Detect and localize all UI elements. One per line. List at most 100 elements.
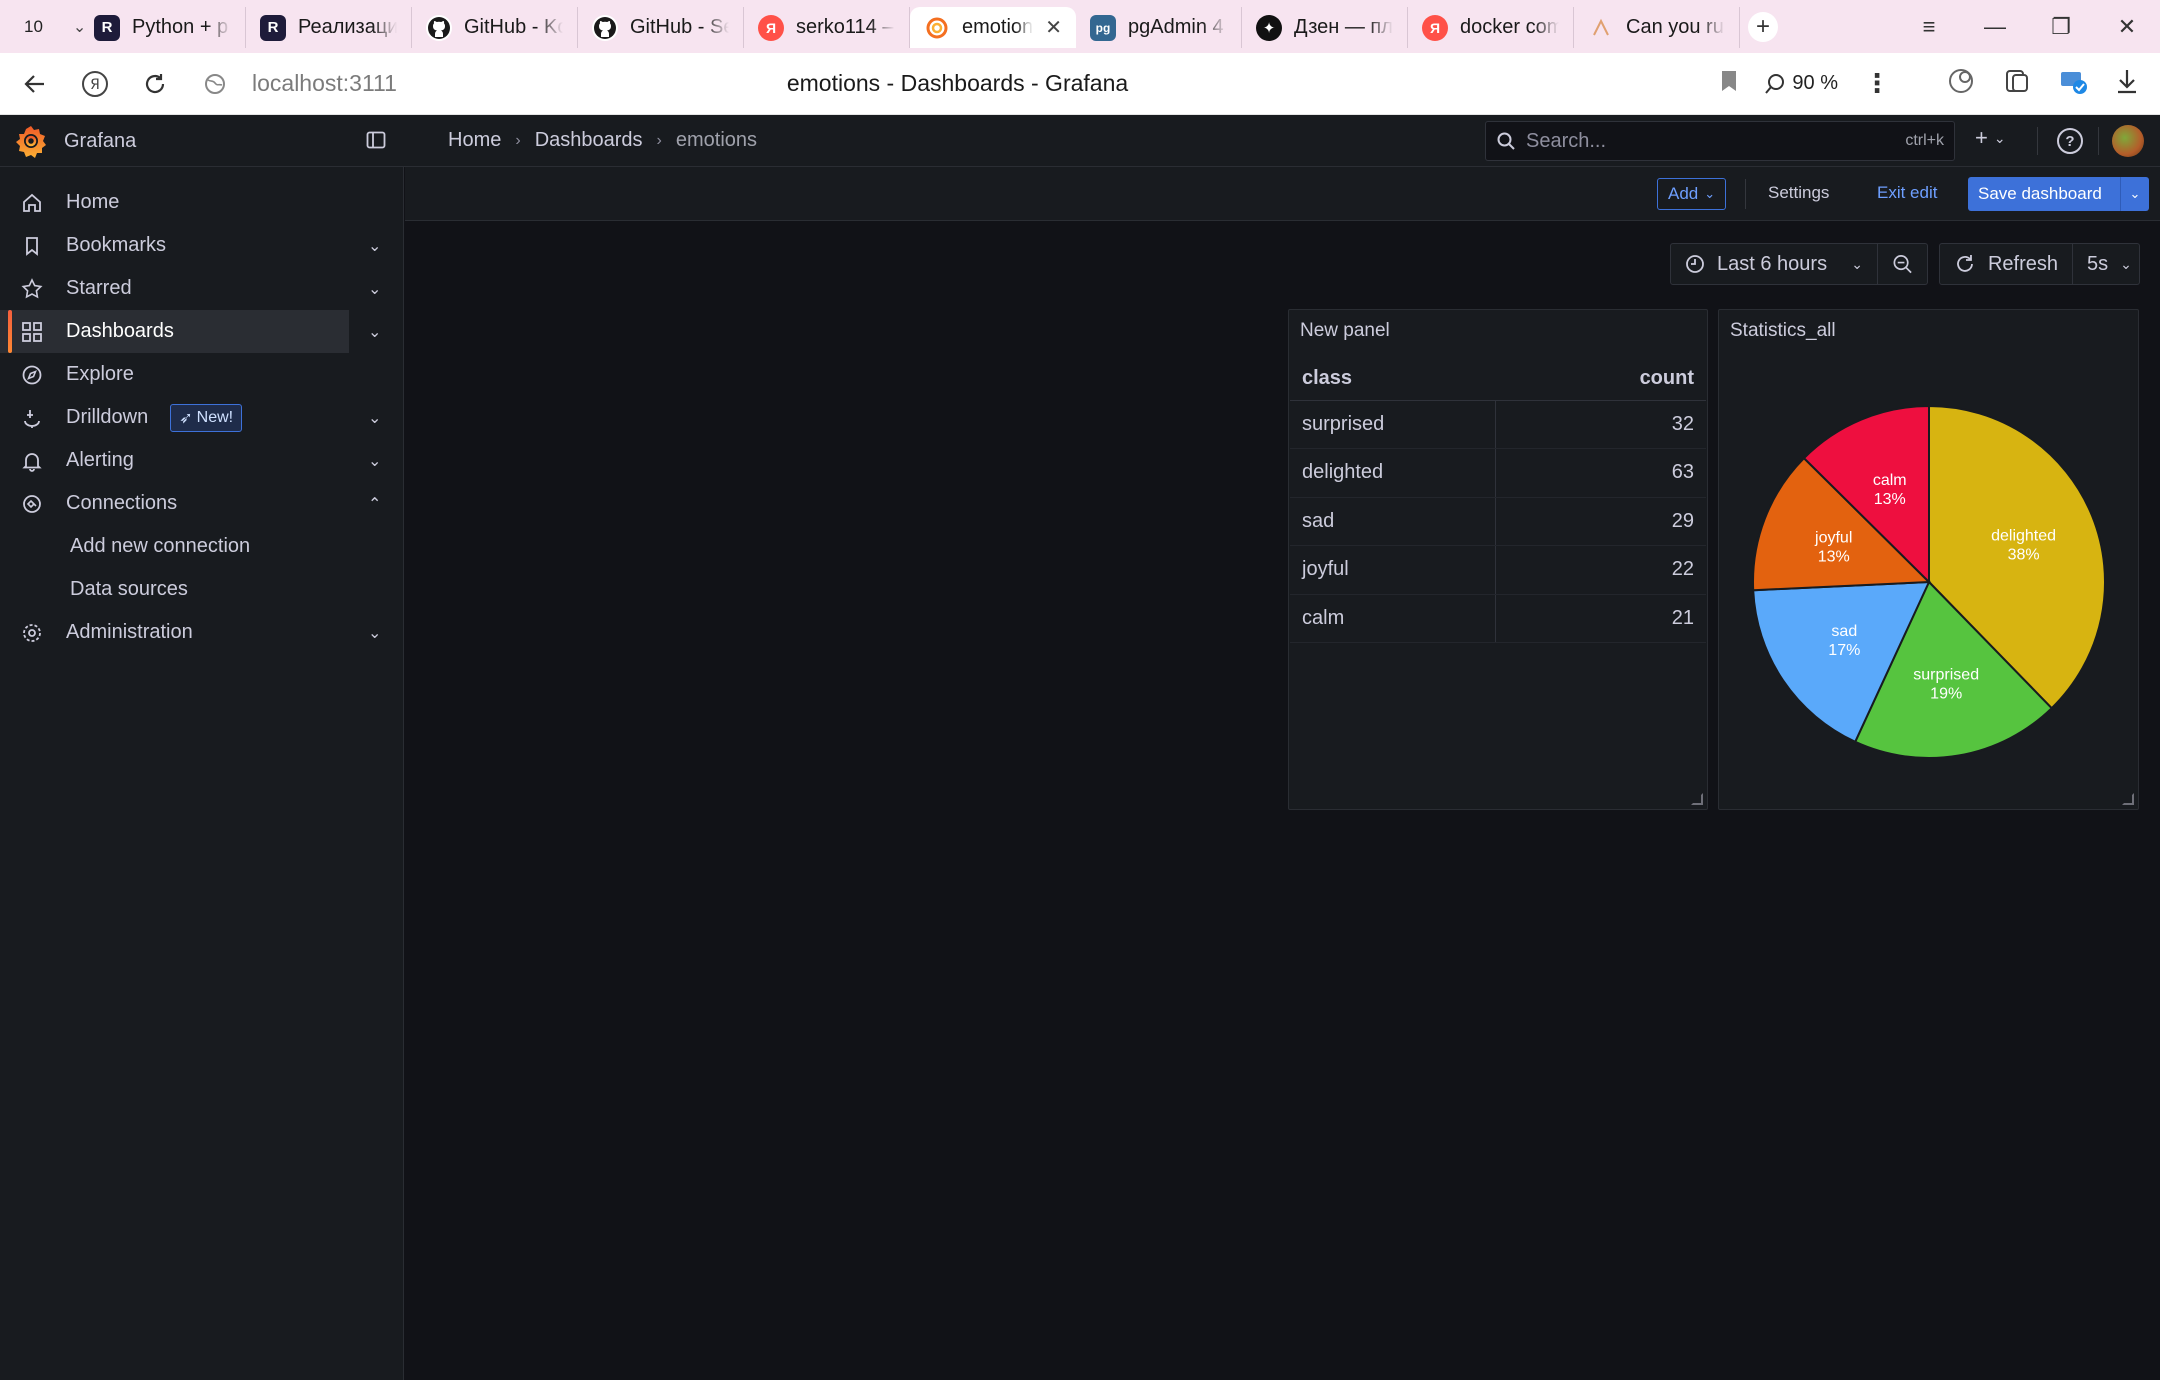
sidebar-item-bookmarks[interactable]: Bookmarks ⌄ bbox=[0, 224, 403, 267]
new-menu-button[interactable]: + ⌄ bbox=[1975, 125, 2006, 151]
search-icon bbox=[1497, 132, 1515, 150]
tab-counter[interactable]: 10 ⌄ bbox=[0, 0, 86, 53]
bookmark-icon[interactable] bbox=[1720, 69, 1738, 98]
table-cell: sad bbox=[1290, 497, 1496, 546]
panel-title[interactable]: New panel bbox=[1300, 320, 1390, 342]
compass-icon bbox=[20, 363, 44, 387]
new-tab-button[interactable]: + bbox=[1748, 11, 1778, 42]
sidebar-item-label: Drilldown bbox=[66, 406, 149, 428]
refresh-interval-picker[interactable]: 5s ⌄ bbox=[2073, 243, 2140, 285]
github-icon bbox=[592, 14, 618, 41]
tab-label: GitHub - Ko bbox=[464, 16, 563, 38]
browser-tab[interactable]: R Реализаци bbox=[246, 7, 412, 48]
chevron-down-icon[interactable]: ⌄ bbox=[368, 451, 381, 471]
site-info-icon[interactable] bbox=[192, 61, 238, 107]
browser-tab[interactable]: pg pgAdmin 4 bbox=[1076, 7, 1242, 48]
data-table: class count surprised 32 delighted 63 sa… bbox=[1290, 357, 1706, 643]
column-header-count[interactable]: count bbox=[1495, 357, 1706, 401]
download-icon[interactable] bbox=[2114, 67, 2140, 100]
chevron-down-icon[interactable]: ⌄ bbox=[368, 236, 381, 256]
sidebar-item-home[interactable]: Home bbox=[0, 181, 403, 224]
help-icon[interactable]: ? bbox=[2057, 128, 2083, 154]
minimize-icon[interactable]: — bbox=[1962, 14, 2028, 40]
close-tab-icon[interactable]: ✕ bbox=[1045, 15, 1062, 40]
chevron-down-icon[interactable]: ⌄ bbox=[368, 408, 381, 428]
alice-icon[interactable] bbox=[1946, 66, 1976, 101]
sidebar-subitem-add-new-connection[interactable]: Add new connection bbox=[0, 525, 403, 568]
browser-tab[interactable]: ✦ Дзен — пла bbox=[1242, 7, 1408, 48]
refresh-button[interactable]: Refresh bbox=[1939, 243, 2073, 285]
dock-menu-icon[interactable] bbox=[366, 130, 386, 150]
pgadmin-icon: pg bbox=[1090, 14, 1116, 41]
browser-tab[interactable]: R Python + p bbox=[80, 7, 246, 48]
window-controls: ≡ — ❐ ✕ bbox=[1896, 14, 2160, 40]
restore-icon[interactable]: ❐ bbox=[2028, 14, 2094, 40]
chevron-down-icon[interactable]: ⌄ bbox=[2120, 177, 2149, 211]
yandex-icon: Я bbox=[1422, 14, 1448, 41]
menu-icon[interactable]: ≡ bbox=[1896, 14, 1962, 40]
browser-tab[interactable]: Я docker com bbox=[1408, 7, 1574, 48]
collections-icon[interactable] bbox=[2002, 66, 2032, 101]
tab-label: emotions bbox=[962, 16, 1034, 38]
reload-icon[interactable] bbox=[132, 61, 178, 107]
browser-tab[interactable]: GitHub - Ko bbox=[412, 7, 578, 48]
tab-label: Can you ru bbox=[1626, 16, 1724, 38]
sidebar-item-starred[interactable]: Starred ⌄ bbox=[0, 267, 403, 310]
sidebar-item-dashboards[interactable]: Dashboards ⌄ bbox=[0, 310, 381, 353]
exit-edit-button[interactable]: Exit edit bbox=[1877, 183, 1937, 203]
save-dashboard-button[interactable]: Save dashboard ⌄ bbox=[1968, 177, 2149, 211]
chevron-down-icon: ⌄ bbox=[1851, 255, 1863, 272]
breadcrumb-home[interactable]: Home bbox=[448, 129, 501, 152]
add-button[interactable]: Add ⌄ bbox=[1657, 178, 1727, 210]
tab-label: Python + p bbox=[132, 16, 229, 38]
sidebar-item-label: Home bbox=[66, 191, 120, 213]
panel-resize-handle[interactable] bbox=[1691, 793, 1703, 805]
tab-label: GitHub - Se bbox=[630, 16, 729, 38]
drilldown-icon bbox=[20, 406, 44, 430]
divider bbox=[2098, 127, 2099, 155]
pie-chart-panel[interactable]: Statistics_all delighted 38% surprised 19% s… bbox=[1718, 309, 2139, 810]
chevron-down-icon[interactable]: ⌄ bbox=[368, 279, 381, 299]
url-text[interactable]: localhost:3111 bbox=[252, 70, 397, 97]
back-arrow-icon[interactable] bbox=[12, 61, 58, 107]
tab-label: serko114 – bbox=[796, 16, 894, 38]
close-window-icon[interactable]: ✕ bbox=[2094, 14, 2160, 40]
chevron-down-icon[interactable]: ⌄ bbox=[368, 623, 381, 643]
sidebar-item-label: Bookmarks bbox=[66, 234, 167, 256]
more-vertical-icon[interactable]: ⋮ bbox=[1864, 68, 1890, 99]
table-panel[interactable]: New panel class count surprised 32 delig… bbox=[1288, 309, 1708, 810]
search-input[interactable]: Search... ctrl+k bbox=[1485, 121, 1955, 161]
column-header-class[interactable]: class bbox=[1290, 357, 1495, 401]
sidebar-item-label: Alerting bbox=[66, 449, 134, 471]
browser-tab[interactable]: Can you ru bbox=[1574, 7, 1740, 48]
cog-icon bbox=[20, 621, 44, 645]
breadcrumb-dashboards[interactable]: Dashboards bbox=[535, 129, 643, 152]
time-range-picker[interactable]: Last 6 hours ⌄ bbox=[1670, 243, 1878, 285]
extension-icon[interactable] bbox=[2058, 66, 2088, 101]
chevron-up-icon[interactable]: ⌃ bbox=[368, 494, 381, 514]
browser-tab-active[interactable]: emotions ✕ bbox=[910, 7, 1076, 48]
yandex-icon[interactable]: Я bbox=[72, 61, 118, 107]
clock-icon bbox=[1686, 255, 1704, 273]
zoom-indicator[interactable]: 90 % bbox=[1764, 72, 1838, 95]
sidebar-item-administration[interactable]: Administration ⌄ bbox=[0, 611, 403, 654]
avatar[interactable] bbox=[2112, 125, 2144, 157]
browser-tab[interactable]: GitHub - Se bbox=[578, 7, 744, 48]
grafana-home-link[interactable]: Grafana bbox=[14, 124, 136, 158]
rocket-icon: ➶ bbox=[179, 409, 193, 427]
sidebar-item-connections[interactable]: Connections ⌃ bbox=[0, 482, 403, 525]
sidebar-subitem-label: Add new connection bbox=[70, 535, 251, 557]
refresh-label: Refresh bbox=[1987, 252, 2058, 275]
sidebar-subitem-data-sources[interactable]: Data sources bbox=[0, 568, 403, 611]
browser-tab[interactable]: Я serko114 – bbox=[744, 7, 910, 48]
plus-icon: + bbox=[1975, 125, 1988, 150]
sidebar-item-explore[interactable]: Explore bbox=[0, 353, 403, 396]
tab-label: Дзен — пла bbox=[1294, 16, 1393, 38]
svg-text:Я: Я bbox=[90, 77, 100, 93]
sidebar-item-drilldown[interactable]: Drilldown ➶ New! ⌄ bbox=[0, 396, 403, 439]
settings-button[interactable]: Settings bbox=[1768, 183, 1829, 203]
sidebar-item-alerting[interactable]: Alerting ⌄ bbox=[0, 439, 403, 482]
search-placeholder: Search... bbox=[1526, 129, 1607, 152]
zoom-out-button[interactable] bbox=[1878, 243, 1928, 285]
chevron-down-icon[interactable]: ⌄ bbox=[368, 322, 381, 342]
